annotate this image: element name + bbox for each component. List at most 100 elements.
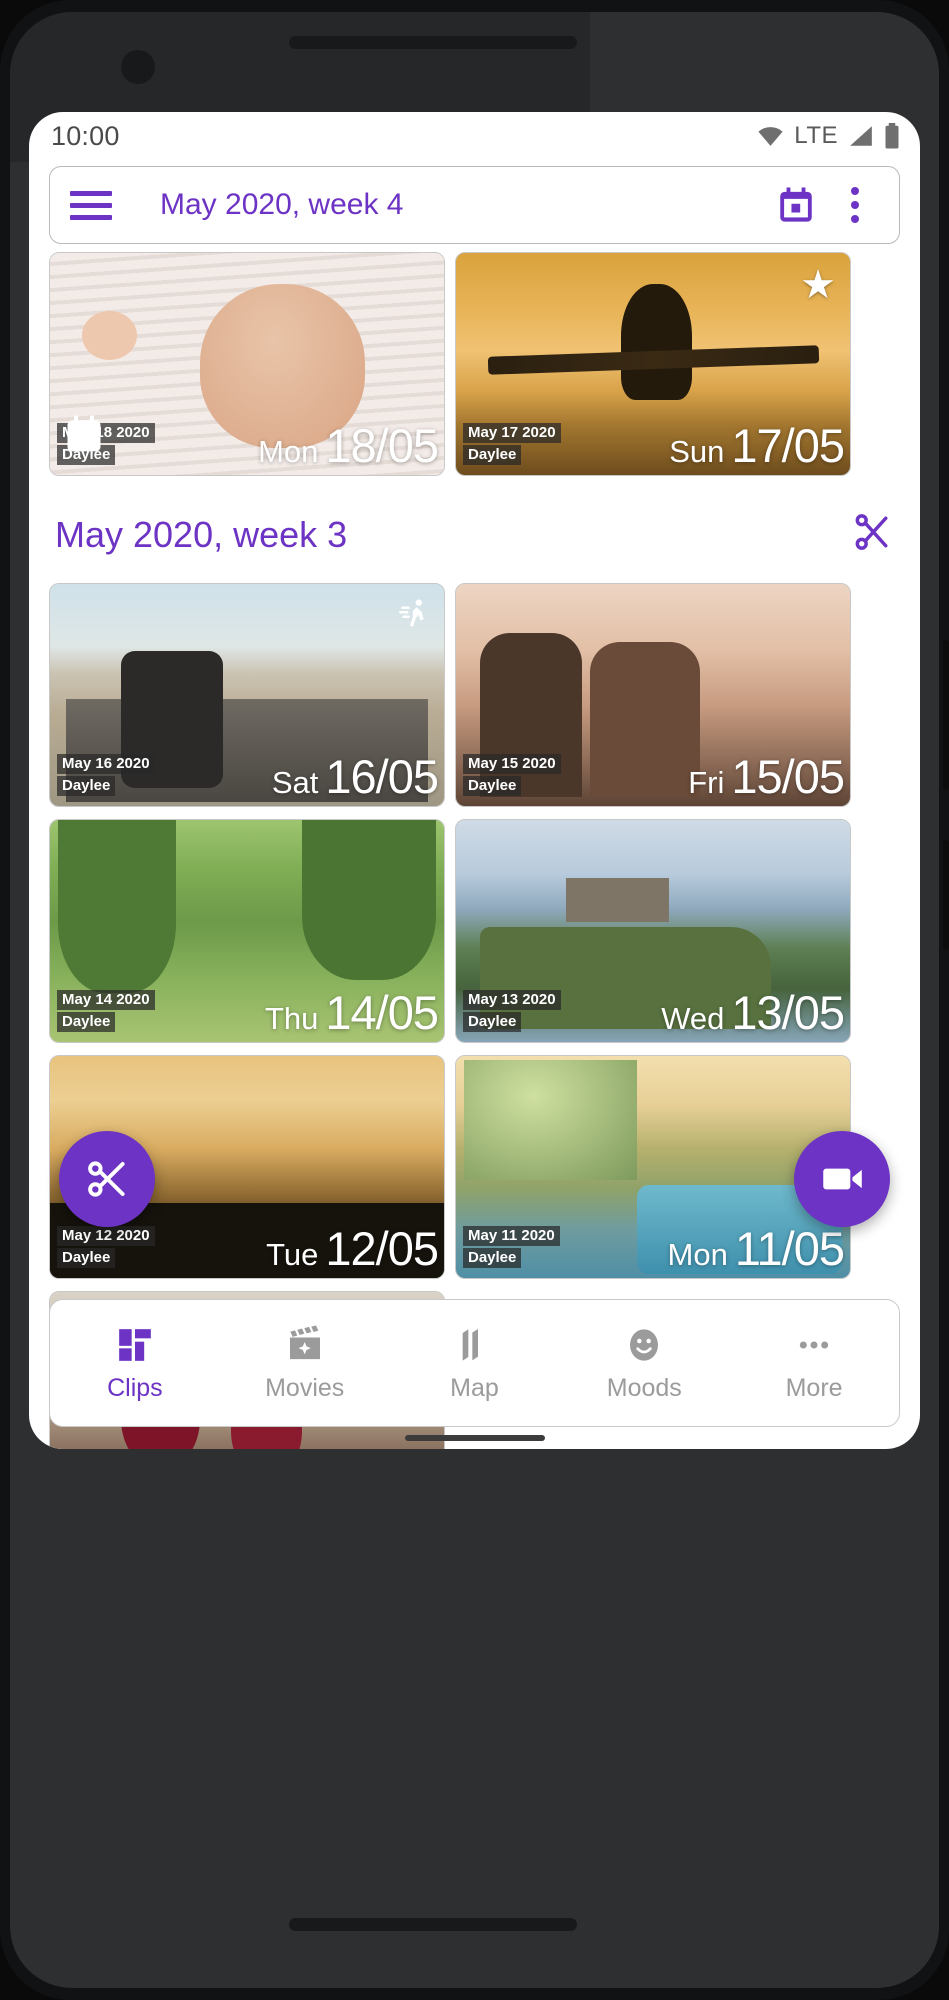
clips-list: May 18 2020 Daylee Mon 18/05 ★ May 17 20… (29, 244, 920, 476)
nav-label: Map (450, 1373, 499, 1402)
more-vertical-icon[interactable] (835, 187, 875, 223)
clip-caption-author: Daylee (57, 1012, 116, 1032)
clip-card[interactable]: May 18 2020 Daylee Mon 18/05 (49, 252, 445, 476)
clip-date-short: 15/05 (731, 750, 845, 803)
section-title: May 2020, week 3 (55, 513, 348, 555)
signal-icon (848, 125, 874, 147)
clip-card[interactable]: May 16 2020 Daylee Sat 16/05 (49, 583, 445, 807)
clip-date-short: 12/05 (325, 1222, 439, 1275)
nav-label: Moods (606, 1373, 682, 1402)
nav-item-more[interactable]: More (729, 1324, 899, 1403)
nav-item-movies[interactable]: Movies (220, 1324, 390, 1403)
more-horizontal-icon (794, 1324, 834, 1366)
map-icon (454, 1324, 494, 1366)
clip-date-overlay: Sat 16/05 (271, 749, 439, 804)
clip-row: May 18 2020 Daylee Mon 18/05 ★ May 17 20… (49, 252, 900, 476)
clip-caption: May 17 2020 Daylee (463, 423, 561, 465)
clip-caption-date: May 16 2020 (57, 754, 155, 774)
clip-date-overlay: Tue 12/05 (266, 1221, 439, 1276)
clip-card[interactable]: May 11 2020 Daylee Mon 11/05 (455, 1055, 851, 1279)
clip-date-short: 17/05 (731, 419, 845, 472)
clip-row: May 14 2020 Daylee Thu 14/05 May 13 2020… (49, 819, 900, 1043)
home-indicator[interactable] (404, 1435, 545, 1441)
section-header: May 2020, week 3 (29, 488, 920, 575)
wifi-icon (757, 125, 784, 147)
smiley-face-icon (624, 1324, 664, 1366)
nav-item-clips[interactable]: Clips (50, 1324, 220, 1403)
clip-caption: May 12 2020 Daylee (57, 1226, 155, 1268)
clip-caption: May 13 2020 Daylee (463, 990, 561, 1032)
clip-card[interactable]: May 15 2020 Daylee Fri 15/05 (455, 583, 851, 807)
clip-date-overlay: Mon 18/05 (258, 418, 439, 473)
nav-label: Clips (107, 1373, 163, 1402)
clip-caption-author: Daylee (463, 1248, 522, 1268)
clip-caption-date: May 12 2020 (57, 1226, 155, 1246)
clip-card[interactable]: ★ May 17 2020 Daylee Sun 17/05 (455, 252, 851, 476)
clip-caption: May 16 2020 Daylee (57, 754, 155, 796)
running-icon (396, 596, 432, 637)
clip-caption-date: May 14 2020 (57, 990, 155, 1010)
clip-caption: May 14 2020 Daylee (57, 990, 155, 1032)
power-button[interactable] (943, 640, 949, 790)
status-time: 10:00 (51, 120, 120, 151)
clip-date-overlay: Wed 13/05 (661, 985, 845, 1040)
clip-caption-author: Daylee (463, 776, 522, 796)
nav-label: More (785, 1373, 843, 1402)
status-bar: 10:00 LTE (29, 112, 920, 160)
network-type-label: LTE (794, 122, 838, 149)
clip-date-overlay: Thu 14/05 (264, 985, 439, 1040)
clip-day-of-week: Sun (669, 434, 725, 469)
calendar-icon (62, 412, 106, 461)
star-icon: ★ (800, 263, 836, 307)
nav-item-moods[interactable]: Moods (559, 1324, 729, 1403)
clip-caption-author: Daylee (463, 1012, 522, 1032)
front-camera (121, 50, 155, 84)
device-frame: 10:00 LTE May 2020, week 4 May 18 2020 D… (0, 0, 949, 2000)
clip-day-of-week: Tue (266, 1237, 319, 1272)
clip-date-overlay: Fri 15/05 (688, 749, 845, 804)
app-bar: May 2020, week 4 (49, 166, 900, 244)
clip-card[interactable]: May 14 2020 Daylee Thu 14/05 (49, 819, 445, 1043)
clip-date-overlay: Mon 11/05 (667, 1221, 845, 1276)
clip-day-of-week: Mon (258, 434, 319, 469)
phone-screen: 10:00 LTE May 2020, week 4 May 18 2020 D… (29, 112, 920, 1449)
hamburger-menu-icon[interactable] (70, 190, 112, 220)
earpiece-speaker (289, 36, 577, 49)
clip-caption-author: Daylee (57, 1248, 116, 1268)
clip-date-short: 11/05 (734, 1222, 845, 1275)
cut-clip-fab[interactable] (59, 1131, 155, 1227)
clip-caption: May 11 2020 Daylee (463, 1226, 560, 1268)
clip-row: May 16 2020 Daylee Sat 16/05 May 15 2020… (49, 583, 900, 807)
clip-row: May 12 2020 Daylee Tue 12/05 May 11 2020… (49, 1055, 900, 1279)
volume-button[interactable] (943, 840, 949, 950)
grid-icon (115, 1324, 155, 1366)
nav-item-map[interactable]: Map (390, 1324, 560, 1403)
scissors-icon[interactable] (850, 510, 894, 559)
clip-date-short: 18/05 (325, 419, 439, 472)
record-video-fab[interactable] (794, 1131, 890, 1227)
clip-card[interactable]: May 13 2020 Daylee Wed 13/05 (455, 819, 851, 1043)
status-icons: LTE (757, 112, 900, 160)
clip-caption-author: Daylee (463, 445, 522, 465)
phone-bottom-speaker (289, 1918, 577, 1931)
clip-caption-date: May 13 2020 (463, 990, 561, 1010)
battery-icon (884, 123, 900, 149)
clip-caption-date: May 17 2020 (463, 423, 561, 443)
clip-day-of-week: Sat (271, 765, 319, 800)
clip-caption-date: May 15 2020 (463, 754, 561, 774)
movie-clapper-icon (285, 1324, 325, 1366)
nav-label: Movies (265, 1373, 345, 1402)
clip-day-of-week: Fri (688, 765, 725, 800)
clip-day-of-week: Thu (264, 1001, 319, 1036)
clip-date-short: 13/05 (731, 986, 845, 1039)
clip-caption: May 15 2020 Daylee (463, 754, 561, 796)
page-title: May 2020, week 4 (160, 188, 404, 221)
clip-date-short: 16/05 (325, 750, 439, 803)
clip-date-short: 14/05 (325, 986, 439, 1039)
clip-day-of-week: Wed (661, 1001, 725, 1036)
clip-caption-date: May 11 2020 (463, 1226, 560, 1246)
clip-caption-author: Daylee (57, 776, 116, 796)
bottom-navigation: Clips Movies Map Moods More (49, 1299, 900, 1427)
calendar-icon[interactable] (775, 184, 817, 226)
clip-day-of-week: Mon (667, 1237, 728, 1272)
